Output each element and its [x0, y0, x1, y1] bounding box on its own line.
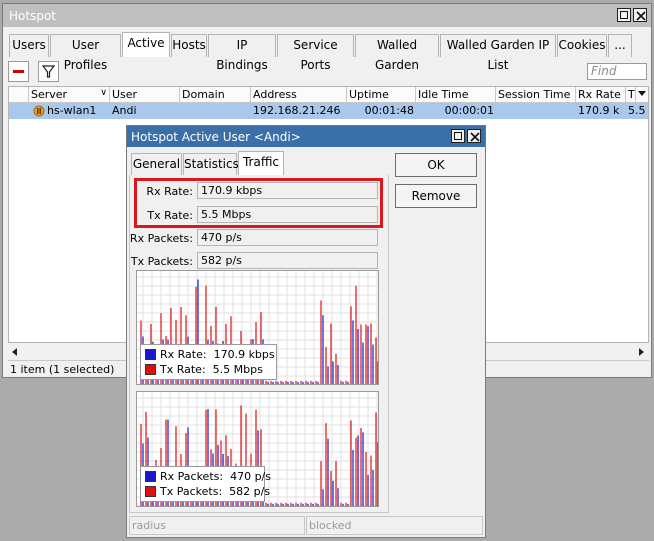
maximize-icon — [620, 11, 628, 19]
tab-users[interactable]: Users — [9, 34, 49, 57]
maximize-icon — [454, 132, 462, 140]
cell-address: 192.168.21.246 — [253, 104, 341, 117]
tab-user-profiles[interactable]: User Profiles — [50, 34, 121, 72]
cell-user: Andi — [112, 104, 137, 117]
dialog-close-button[interactable] — [467, 129, 481, 143]
window-title: Hotspot — [9, 9, 56, 23]
tx-swatch — [145, 364, 156, 375]
packets-graph: Rx Packets: 470 p/s Tx Packets: 582 p/s — [136, 391, 379, 507]
tab-walled-garden[interactable]: Walled Garden — [355, 34, 439, 72]
tab-walled-garden-ip-list[interactable]: Walled Garden IP List — [440, 34, 556, 72]
column-header-uptime[interactable]: Uptime — [347, 87, 416, 103]
tx-packets-field: 582 p/s — [197, 252, 378, 269]
legend-label: Tx Rate: — [160, 363, 206, 376]
tab-more[interactable]: ... — [608, 34, 632, 57]
column-header-flag[interactable] — [9, 87, 29, 103]
rx-swatch — [145, 349, 156, 360]
status-radius: radius — [129, 516, 305, 535]
legend-item-tx-rate: Tx Rate: 5.5 Mbps — [145, 363, 263, 377]
column-header-user[interactable]: User — [110, 87, 180, 103]
column-menu-button[interactable] — [636, 87, 648, 103]
cell-server: hs-wlan1 — [47, 104, 97, 117]
table-row[interactable]: hs-wlan1 Andi 192.168.21.246 00:01:48 00… — [9, 103, 648, 119]
active-user-icon — [33, 103, 47, 119]
highlight-box — [134, 178, 383, 228]
close-icon — [470, 132, 480, 142]
tab-ip-bindings[interactable]: IP Bindings — [208, 34, 276, 72]
close-button[interactable] — [633, 8, 647, 22]
legend-label: Rx Packets: — [160, 470, 224, 483]
window-titlebar[interactable]: Hotspot — [3, 4, 651, 27]
cell-tx-rate: 5.5 I — [628, 104, 648, 117]
status-blocked: blocked — [306, 516, 483, 535]
rx-swatch — [145, 471, 156, 482]
legend-item-rx-rate: Rx Rate: 170.9 kbps — [145, 348, 275, 362]
tab-service-ports[interactable]: Service Ports — [277, 34, 354, 72]
tx-packets-label: Tx Packets: — [130, 255, 193, 268]
cell-rx-rate: 170.9 k — [578, 104, 620, 117]
packets-graph-legend: Rx Packets: 470 p/s Tx Packets: 582 p/s — [140, 466, 271, 502]
legend-value: 582 p/s — [229, 485, 271, 498]
remove-button[interactable] — [8, 61, 29, 82]
tab-traffic[interactable]: Traffic — [238, 151, 284, 175]
dialog-title: Hotspot Active User <Andi> — [131, 130, 301, 144]
sort-arrow-icon: ∨ — [100, 88, 107, 98]
legend-label: Rx Rate: — [160, 348, 207, 361]
tab-hosts[interactable]: Hosts — [171, 34, 207, 57]
dropdown-arrow-icon — [638, 91, 646, 96]
column-header-session-time[interactable]: Session Time ... — [496, 87, 576, 103]
column-header-domain[interactable]: Domain — [180, 87, 251, 103]
tab-statistics[interactable]: Statistics — [183, 153, 239, 175]
tab-active[interactable]: Active — [122, 32, 170, 57]
remove-button[interactable]: Remove — [395, 184, 477, 208]
ok-button[interactable]: OK — [395, 153, 477, 177]
legend-label: Tx Packets: — [160, 485, 223, 498]
column-header-address[interactable]: Address — [251, 87, 347, 103]
find-input[interactable]: Find — [587, 63, 647, 80]
filter-button[interactable] — [38, 61, 59, 82]
tab-cookies[interactable]: Cookies — [557, 34, 607, 57]
cell-idle-time: 00:00:01 — [444, 104, 494, 117]
cell-uptime: 00:01:48 — [364, 104, 414, 117]
dialog-titlebar[interactable]: Hotspot Active User <Andi> — [127, 126, 485, 147]
status-text: 1 item (1 selected) — [10, 363, 115, 376]
legend-value: 5.5 Mbps — [212, 363, 263, 376]
legend-value: 470 p/s — [230, 470, 271, 483]
scroll-left-icon[interactable] — [12, 348, 17, 356]
rate-graph: Rx Rate: 170.9 kbps Tx Rate: 5.5 Mbps — [136, 270, 379, 385]
column-header-label: Server — [31, 88, 68, 101]
dialog-maximize-button[interactable] — [451, 129, 465, 143]
column-header-server[interactable]: Server ∨ — [29, 87, 110, 103]
legend-value: 170.9 kbps — [213, 348, 275, 361]
maximize-button[interactable] — [617, 8, 631, 22]
close-icon — [636, 11, 646, 21]
rx-packets-field: 470 p/s — [197, 229, 378, 246]
rate-graph-legend: Rx Rate: 170.9 kbps Tx Rate: 5.5 Mbps — [140, 344, 277, 380]
dialog-status-bar: radius blocked — [129, 516, 483, 536]
active-user-dialog: Hotspot Active User <Andi> General Stati… — [126, 125, 486, 538]
filter-icon — [41, 65, 56, 78]
legend-item-rx-packets: Rx Packets: 470 p/s — [145, 470, 271, 484]
column-header-idle-time[interactable]: Idle Time — [416, 87, 496, 103]
cell-session-time — [498, 103, 574, 119]
tab-general[interactable]: General — [131, 153, 182, 175]
rx-packets-label: Rx Packets: — [129, 232, 193, 245]
column-header-tx-rate[interactable]: T — [626, 87, 636, 103]
scroll-right-icon[interactable] — [639, 348, 644, 356]
legend-item-tx-packets: Tx Packets: 582 p/s — [145, 485, 270, 499]
cell-domain — [182, 103, 248, 119]
tx-swatch — [145, 486, 156, 497]
minus-icon — [13, 70, 24, 73]
column-header-rx-rate[interactable]: Rx Rate — [576, 87, 626, 103]
